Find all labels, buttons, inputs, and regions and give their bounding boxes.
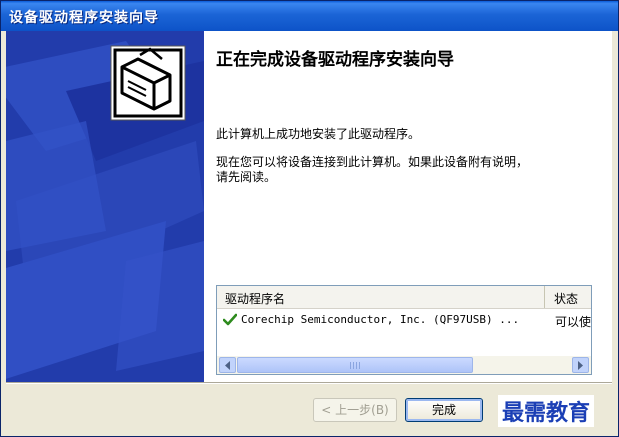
finish-button[interactable]: 完成 [405,398,483,422]
hardware-install-icon [110,45,186,121]
driver-list[interactable]: 驱动程序名 状态 Corechip Semiconductor, Inc. (Q… [216,285,592,375]
scroll-thumb[interactable] [237,357,473,373]
scroll-grip-icon [350,362,360,369]
title-bar[interactable]: 设备驱动程序安装向导 [1,1,618,31]
driver-status: 可以使 [555,315,592,329]
arrow-right-icon [578,361,583,370]
page-title: 正在完成设备驱动程序安装向导 [216,50,454,70]
instruction-line-2: 请先阅读。 [216,170,277,184]
watermark-text: 最需教育 [498,395,595,427]
column-header-status[interactable]: 状态 [546,286,591,308]
driver-name: Corechip Semiconductor, Inc. (QF97USB) .… [241,313,520,326]
list-item[interactable]: Corechip Semiconductor, Inc. (QF97USB) .… [217,311,591,329]
column-header-name[interactable]: 驱动程序名 [217,286,545,308]
instruction-line-1: 现在您可以将设备连接到此计算机。如果此设备附有说明， [216,155,529,169]
column-label-status: 状态 [554,292,579,306]
button-separator [6,382,612,384]
scroll-left-button[interactable] [219,357,236,373]
arrow-left-icon [225,361,230,370]
column-label-name: 驱动程序名 [225,292,286,306]
wizard-window: 设备驱动程序安装向导 正在完成设备驱动程序安装向导 此计算机上成功地安装了此驱动… [0,0,619,437]
success-message: 此计算机上成功地安装了此驱动程序。 [216,127,421,141]
check-icon [223,313,237,326]
horizontal-scrollbar[interactable] [217,356,591,374]
list-header: 驱动程序名 状态 [217,286,591,309]
scroll-right-button[interactable] [572,357,589,373]
window-title: 设备驱动程序安装向导 [9,10,159,26]
back-button[interactable]: < 上一步(B) [313,398,397,422]
wizard-side-banner [6,31,204,382]
wizard-content-area: 正在完成设备驱动程序安装向导 此计算机上成功地安装了此驱动程序。 现在您可以将设… [204,31,612,382]
